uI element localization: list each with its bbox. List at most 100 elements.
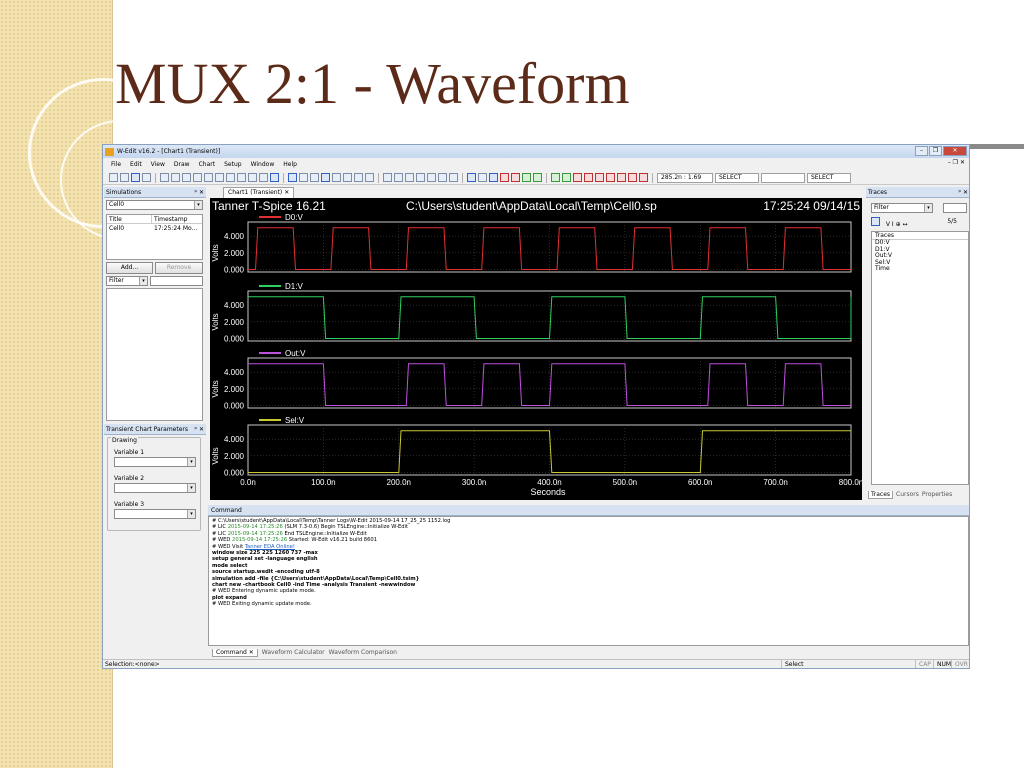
zoom-x-icon[interactable] <box>332 173 341 182</box>
chip-icon[interactable] <box>270 173 279 182</box>
column-header-timestamp[interactable]: Timestamp <box>152 215 188 223</box>
tab-command-label: Command <box>216 648 247 656</box>
cursor-b-icon[interactable] <box>511 173 520 182</box>
expand-icon[interactable] <box>383 173 392 182</box>
traces-filter[interactable]: Filter ▾ <box>871 203 933 213</box>
remove-simulation-button[interactable]: Remove <box>155 262 203 274</box>
simulations-filter-input[interactable] <box>150 276 203 286</box>
panel-pin-close[interactable]: ᵖ ✕ <box>194 187 204 198</box>
rise-icon[interactable] <box>522 173 531 182</box>
period-icon[interactable] <box>606 173 615 182</box>
menu-window[interactable]: Window <box>251 161 275 168</box>
close-icon[interactable]: ✕ <box>249 649 254 656</box>
redo-icon[interactable] <box>226 173 235 182</box>
command-log[interactable]: # C:\Users\student\AppData\Local\Temp\Ta… <box>208 516 969 646</box>
menu-setup[interactable]: Setup <box>224 161 241 168</box>
cut-icon[interactable] <box>182 173 191 182</box>
marker-icon[interactable] <box>573 173 582 182</box>
list-item[interactable]: Time <box>872 265 968 273</box>
minimize-button[interactable]: – <box>915 146 928 156</box>
close-window-button[interactable]: ✕ <box>943 146 967 156</box>
menu-chart[interactable]: Chart <box>199 161 216 168</box>
tanner-online-link[interactable]: Tanner EDA Online! <box>245 544 295 550</box>
prev-icon[interactable] <box>416 173 425 182</box>
find-icon[interactable] <box>237 173 246 182</box>
panel-pin-close[interactable]: ᵖ ✕ <box>194 424 204 435</box>
print-icon[interactable] <box>160 173 169 182</box>
fall-icon[interactable] <box>533 173 542 182</box>
traces-filter-input[interactable] <box>943 203 967 213</box>
tab-properties[interactable]: Properties <box>922 491 952 499</box>
select-mode-field-2[interactable]: SELECT <box>807 172 851 183</box>
menu-view[interactable]: View <box>151 161 165 168</box>
status-mode: Select <box>781 660 911 668</box>
zoom-fit-icon[interactable] <box>248 173 257 182</box>
next-icon[interactable] <box>427 173 436 182</box>
last-icon[interactable] <box>438 173 447 182</box>
trace-filter-buttons[interactable]: V I ⊕ ↔ <box>886 221 908 228</box>
log-prefix: # WED Exiting dynamic update mode. <box>212 601 312 608</box>
wedit-window: W-Edit v16.2 - [Chart1 (Transient)] – ❐ … <box>102 144 970 669</box>
peak-icon[interactable] <box>551 173 560 182</box>
pan-icon[interactable] <box>365 173 374 182</box>
open-file-icon[interactable] <box>120 173 129 182</box>
copy-icon[interactable] <box>193 173 202 182</box>
menu-file[interactable]: File <box>111 161 121 168</box>
menu-edit[interactable]: Edit <box>130 161 142 168</box>
width-icon[interactable] <box>617 173 626 182</box>
add-simulation-button[interactable]: Add... <box>106 262 153 274</box>
slope-icon[interactable] <box>595 173 604 182</box>
help-icon[interactable] <box>171 173 180 182</box>
y-tick-label: 0.000 <box>224 469 245 478</box>
delta-icon[interactable] <box>584 173 593 182</box>
new-file-icon[interactable] <box>109 173 118 182</box>
tab-cursors[interactable]: Cursors <box>896 491 919 499</box>
cross-icon[interactable] <box>639 173 648 182</box>
log-prefix: # C:\Users\student\AppData\Local\Temp\Ta… <box>212 518 451 524</box>
zoom-in-icon[interactable] <box>299 173 308 182</box>
menu-draw[interactable]: Draw <box>174 161 190 168</box>
tab-chart1[interactable]: Chart1 (Transient) ✕ <box>223 187 295 198</box>
list-view-icon[interactable] <box>871 217 880 226</box>
valley-icon[interactable] <box>562 173 571 182</box>
tab-traces[interactable]: Traces <box>868 491 894 499</box>
home-icon[interactable] <box>288 173 297 182</box>
zoom-prev-icon[interactable] <box>354 173 363 182</box>
undo-icon[interactable] <box>215 173 224 182</box>
window-titlebar[interactable]: W-Edit v16.2 - [Chart1 (Transient)] – ❐ … <box>103 145 969 158</box>
save-all-icon[interactable] <box>142 173 151 182</box>
cursor-a-icon[interactable] <box>500 173 509 182</box>
menu-help[interactable]: Help <box>283 161 297 168</box>
blank-field[interactable] <box>761 172 805 183</box>
grid-icon[interactable] <box>449 173 458 182</box>
column-header-title[interactable]: Title <box>107 215 152 223</box>
variable-2-select[interactable]: ▾ <box>114 483 196 493</box>
zoom-y-icon[interactable] <box>343 173 352 182</box>
tab-waveform-calculator[interactable]: Waveform Calculator <box>262 649 325 656</box>
list-item[interactable]: Cell0 17:25:24 Mo... <box>107 224 202 233</box>
text-tool-icon[interactable] <box>478 173 487 182</box>
settings-icon[interactable] <box>259 173 268 182</box>
measure-icon[interactable] <box>489 173 498 182</box>
zoom-out-icon[interactable] <box>310 173 319 182</box>
panel-pin-close[interactable]: ᵖ ✕ <box>958 187 968 198</box>
zoom-box-icon[interactable] <box>321 173 330 182</box>
paste-icon[interactable] <box>204 173 213 182</box>
variable-1-select[interactable]: ▾ <box>114 457 196 467</box>
tab-command[interactable]: Command ✕ <box>212 648 258 657</box>
save-icon[interactable] <box>131 173 140 182</box>
select-mode-field[interactable]: SELECT <box>715 172 759 183</box>
duty-icon[interactable] <box>628 173 637 182</box>
restore-button[interactable]: ❐ <box>929 146 942 156</box>
tab-waveform-comparison[interactable]: Waveform Comparison <box>329 649 397 656</box>
mdi-controls[interactable]: – ❐ ✕ <box>948 159 965 166</box>
collapse-icon[interactable] <box>394 173 403 182</box>
close-icon[interactable]: ✕ <box>284 189 289 196</box>
pointer-icon[interactable] <box>467 173 476 182</box>
simulation-select[interactable]: Cell0 ▾ <box>106 200 203 210</box>
variable-3-select[interactable]: ▾ <box>114 509 196 519</box>
status-selection: Selection:<none> <box>105 661 160 668</box>
first-icon[interactable] <box>405 173 414 182</box>
simulations-filter[interactable]: Filter ▾ <box>106 276 148 286</box>
waveform-chart[interactable]: Tanner T-Spice 16.21 C:\Users\student\Ap… <box>210 198 863 500</box>
